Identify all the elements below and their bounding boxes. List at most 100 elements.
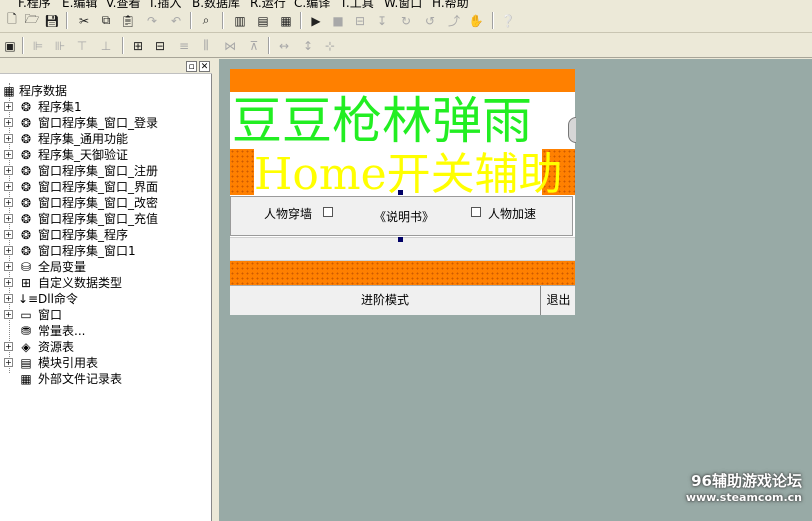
layout-c-icon[interactable]: ▦ xyxy=(276,11,296,30)
constant-table-icon: ⛃ xyxy=(20,324,32,338)
align-bottom-icon[interactable]: ⊥ xyxy=(96,36,116,55)
expand-icon[interactable]: + xyxy=(4,102,13,111)
wallhack-label: 人物穿墙 xyxy=(264,207,313,221)
expand-icon[interactable]: + xyxy=(4,294,13,303)
expand-icon[interactable]: + xyxy=(4,230,13,239)
pin-icon[interactable]: ▫ xyxy=(186,61,197,72)
form-subtitle-label[interactable]: Home开关辅助 xyxy=(254,149,563,201)
expand-icon[interactable]: + xyxy=(4,198,13,207)
expand-icon[interactable]: + xyxy=(4,342,13,351)
run-icon[interactable]: ▶ xyxy=(306,11,326,30)
program-set-icon: ❂ xyxy=(20,180,32,194)
tree-item-label: 自定义数据类型 xyxy=(38,276,123,290)
hand-icon[interactable]: ✋ xyxy=(466,11,486,30)
menu-tools[interactable]: T.工具 xyxy=(340,0,374,8)
step-out-icon[interactable]: ↺ xyxy=(420,11,440,30)
grid-icon[interactable]: ⊹ xyxy=(320,36,340,55)
expand-icon[interactable]: + xyxy=(4,310,13,319)
cut-icon[interactable]: ✂ xyxy=(74,11,94,30)
resize-v-icon[interactable]: ↕ xyxy=(298,36,318,55)
menu-edit[interactable]: E.编辑 xyxy=(62,0,97,8)
menu-view[interactable]: V.查看 xyxy=(106,0,140,8)
program-tree-panel: ▫ ✕ ▦ 程序数据 + ❂ 程序集1 + ❂ 窗口程序集_窗口_登录 + ❂ 程序集_通用功能… xyxy=(0,59,212,521)
step-over-icon[interactable]: ↻ xyxy=(396,11,416,30)
tree-item-label: 窗口程序集_窗口_充值 xyxy=(38,212,159,226)
new-file-icon[interactable]: 🗋 xyxy=(2,11,22,30)
help-icon[interactable]: ❔ xyxy=(498,11,518,30)
center-v-icon[interactable]: ⊟ xyxy=(150,36,170,55)
advanced-mode-button[interactable]: 进阶模式 xyxy=(230,286,541,315)
space-v-icon[interactable]: ⊼ xyxy=(244,36,264,55)
menu-program[interactable]: F.程序 xyxy=(18,0,51,8)
same-height-icon[interactable]: ⫼ xyxy=(196,36,216,55)
program-set-icon: ❂ xyxy=(20,228,32,242)
menu-bar: F.程序 E.编辑 V.查看 I.插入 B.数据库 R.运行 C.编译 T.工具… xyxy=(0,0,812,8)
expand-icon[interactable]: + xyxy=(4,182,13,191)
left-color-block xyxy=(230,149,254,195)
tree-item-label: 模块引用表 xyxy=(38,356,99,370)
close-icon[interactable]: ✕ xyxy=(199,61,210,72)
paste-icon[interactable]: 📋︎ xyxy=(118,11,138,30)
expand-icon[interactable]: + xyxy=(4,358,13,367)
resize-h-icon[interactable]: ↔ xyxy=(274,36,294,55)
program-data-icon: ▦ xyxy=(3,84,15,98)
menu-window[interactable]: W.窗口 xyxy=(384,0,422,8)
form-title-label[interactable]: 豆豆枪林弹雨 xyxy=(232,93,532,149)
manual-link[interactable]: 《说明书》 xyxy=(374,208,434,225)
expand-icon[interactable]: + xyxy=(4,166,13,175)
speed-checkbox[interactable] xyxy=(471,207,481,217)
layout-a-icon[interactable]: ▥ xyxy=(230,11,250,30)
tree-item-label: 程序集_天御验证 xyxy=(38,148,129,162)
stop-icon[interactable]: ■ xyxy=(328,11,348,30)
module-ref-icon: ▤ xyxy=(20,356,32,370)
align-left-icon[interactable]: ⊫ xyxy=(28,36,48,55)
global-var-icon: ⛁ xyxy=(20,260,32,274)
panel-header: ▫ ✕ xyxy=(0,59,212,74)
tree-item-label: 窗口程序集_程序 xyxy=(38,228,129,242)
tree-item-label: 常量表... xyxy=(38,324,86,338)
center-h-icon[interactable]: ⊞ xyxy=(128,36,148,55)
expand-icon[interactable]: + xyxy=(4,134,13,143)
open-folder-icon[interactable]: 🗁 xyxy=(22,11,42,30)
designed-form[interactable]: 豆豆枪林弹雨 Home开关辅助 人物穿墙 《说明书》 人物加速 进阶模式 退出 xyxy=(230,69,575,315)
custom-type-icon: ⊞ xyxy=(20,276,32,290)
align-right-icon[interactable]: ⊪ xyxy=(50,36,70,55)
menu-compile[interactable]: C.编译 xyxy=(294,0,330,8)
program-set-icon: ❂ xyxy=(20,116,32,130)
standard-toolbar: 🗋 🗁 💾︎ ✂ ⧉ 📋︎ ↷ ↶ ⌕ ▥ ▤ ▦ ▶ ■ ⊟ ↧ ↻ ↺ ⤴ … xyxy=(0,8,812,33)
exit-button[interactable]: 退出 xyxy=(542,286,575,315)
layout-b-icon[interactable]: ▤ xyxy=(253,11,273,30)
step-back-icon[interactable]: ⤴ xyxy=(444,11,464,30)
expand-icon[interactable]: + xyxy=(4,150,13,159)
expand-icon[interactable]: + xyxy=(4,262,13,271)
same-width-icon[interactable]: ≡ xyxy=(174,36,194,55)
copy-icon[interactable]: ⧉ xyxy=(96,11,116,30)
resize-handle[interactable] xyxy=(398,237,403,242)
menu-database[interactable]: B.数据库 xyxy=(192,0,240,8)
tree-item-label: 窗口程序集_窗口_注册 xyxy=(38,164,159,178)
wallhack-checkbox[interactable] xyxy=(323,207,333,217)
program-set-icon: ❂ xyxy=(20,132,32,146)
menu-help[interactable]: H.帮助 xyxy=(432,0,469,8)
space-h-icon[interactable]: ⋈ xyxy=(220,36,240,55)
expand-icon[interactable]: + xyxy=(4,118,13,127)
options-group[interactable]: 人物穿墙 《说明书》 人物加速 xyxy=(230,196,573,236)
menu-insert[interactable]: I.插入 xyxy=(150,0,181,8)
resize-handle[interactable] xyxy=(398,190,403,195)
step-icon[interactable]: ⊟ xyxy=(350,11,370,30)
undo-icon[interactable]: ↶ xyxy=(166,11,186,30)
find-icon[interactable]: ⌕ xyxy=(196,11,216,30)
menu-run[interactable]: R.运行 xyxy=(250,0,286,8)
step-into-icon[interactable]: ↧ xyxy=(372,11,392,30)
align-top-icon[interactable]: ⊤ xyxy=(72,36,92,55)
redo-icon[interactable]: ↷ xyxy=(142,11,162,30)
tree-item-label: 资源表 xyxy=(38,340,75,354)
save-icon[interactable]: 💾︎ xyxy=(42,11,62,30)
side-round-button[interactable] xyxy=(568,117,576,143)
form-icon[interactable]: ▣ xyxy=(0,36,20,55)
tree-item-label: 窗口程序集_窗口_改密 xyxy=(38,196,159,210)
expand-icon[interactable]: + xyxy=(4,246,13,255)
expand-icon[interactable]: + xyxy=(4,278,13,287)
expand-icon[interactable]: + xyxy=(4,214,13,223)
tree-item-label: 全局变量 xyxy=(38,260,87,274)
